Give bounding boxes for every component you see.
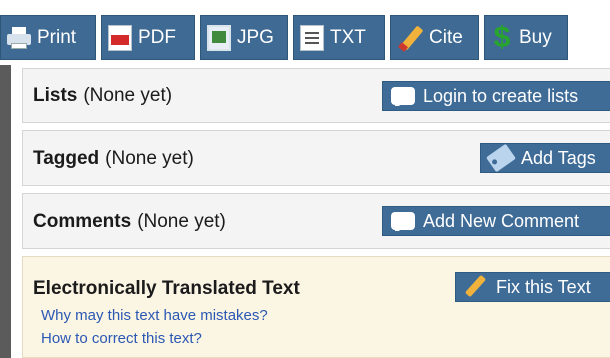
why-mistakes-link[interactable]: Why may this text have mistakes?: [41, 307, 268, 324]
lists-panel: Lists (None yet) Login to create lists: [22, 68, 610, 123]
how-to-correct-link[interactable]: How to correct this text?: [41, 330, 202, 347]
fix-this-text-label: Fix this Text: [496, 276, 591, 297]
lists-status: (None yet): [83, 85, 173, 106]
add-tags-label: Add Tags: [521, 147, 596, 168]
login-create-lists-button[interactable]: Login to create lists: [382, 81, 610, 111]
translated-heading: Electronically Translated Text: [33, 278, 300, 300]
tagged-title: Tagged: [33, 148, 100, 169]
image-icon: [207, 24, 231, 51]
tag-icon: [486, 143, 516, 173]
tagged-panel: Tagged (None yet) Add Tags: [22, 130, 610, 186]
dollar-icon: $: [493, 20, 511, 54]
tagged-status: (None yet): [105, 148, 194, 169]
speech-bubble-icon: [391, 212, 415, 231]
print-button[interactable]: Print: [0, 15, 96, 60]
jpg-label: JPG: [237, 26, 274, 48]
speech-bubble-icon: [391, 87, 415, 106]
tagged-heading: Tagged (None yet): [33, 148, 194, 170]
add-new-comment-label: Add New Comment: [423, 210, 580, 231]
pencil-icon: [464, 278, 488, 296]
pdf-icon: [108, 24, 132, 51]
pencil-icon: [397, 25, 423, 51]
comments-status: (None yet): [137, 211, 226, 232]
cite-label: Cite: [429, 26, 463, 48]
printer-icon: [7, 25, 31, 51]
comments-panel: Comments (None yet) Add New Comment: [22, 193, 610, 249]
add-new-comment-button[interactable]: Add New Comment: [382, 206, 610, 236]
add-tags-button[interactable]: Add Tags: [480, 143, 610, 173]
comments-heading: Comments (None yet): [33, 211, 226, 233]
pdf-button[interactable]: PDF: [101, 15, 195, 60]
text-file-icon: [300, 24, 324, 51]
txt-button[interactable]: TXT: [293, 15, 385, 60]
login-create-lists-label: Login to create lists: [423, 85, 579, 106]
txt-label: TXT: [330, 26, 366, 48]
jpg-button[interactable]: JPG: [200, 15, 288, 60]
translated-title: Electronically Translated Text: [33, 278, 300, 299]
cite-button[interactable]: Cite: [390, 15, 479, 60]
buy-label: Buy: [519, 26, 552, 48]
fix-this-text-button[interactable]: Fix this Text: [455, 272, 610, 302]
left-edge-bar: [0, 65, 11, 358]
translated-text-panel: Electronically Translated Text Fix this …: [22, 256, 610, 358]
comments-title: Comments: [33, 211, 132, 232]
pdf-label: PDF: [138, 26, 176, 48]
lists-heading: Lists (None yet): [33, 85, 172, 107]
print-label: Print: [37, 26, 77, 48]
lists-title: Lists: [33, 85, 78, 106]
buy-button[interactable]: $ Buy: [484, 15, 568, 60]
